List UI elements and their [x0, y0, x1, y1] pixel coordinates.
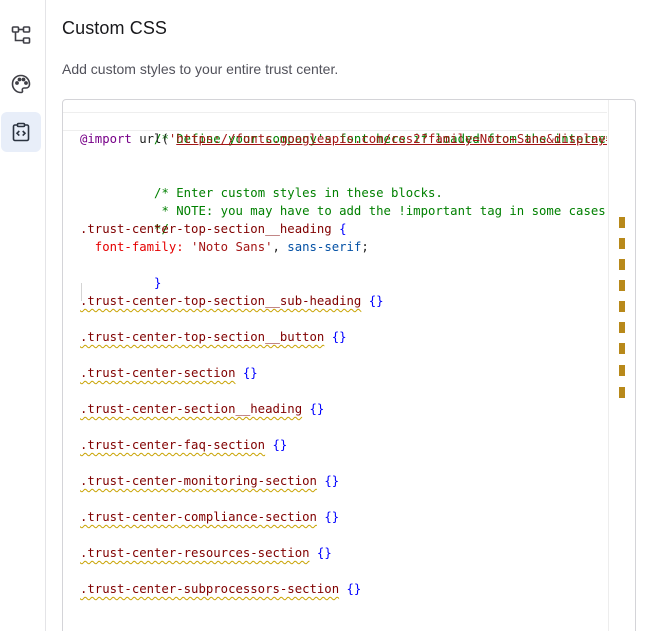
warning-marker[interactable]	[619, 301, 625, 312]
css-selector: .trust-center-compliance-section	[80, 510, 317, 524]
warning-marker[interactable]	[619, 322, 625, 333]
font-url-link[interactable]: https://fonts.googleapis.com/css2?family…	[176, 132, 607, 146]
empty-block: {}	[316, 510, 340, 524]
sidebar-item-theme[interactable]	[1, 64, 41, 104]
hierarchy-icon	[11, 26, 31, 44]
css-value: sans-serif	[279, 240, 362, 254]
code-line: .trust-center-subprocessors-section {}	[80, 580, 361, 598]
open-brace: {	[331, 222, 347, 236]
css-selector: .trust-center-top-section__heading	[80, 222, 332, 236]
css-selector: .trust-center-section__heading	[80, 402, 303, 416]
css-selector: .trust-center-resources-section	[80, 546, 310, 560]
url-function: url(	[131, 132, 169, 146]
page-description: Add custom styles to your entire trust c…	[62, 61, 339, 77]
code-line: */	[80, 202, 169, 236]
warning-marker[interactable]	[619, 259, 625, 270]
import-keyword: @import	[80, 132, 132, 146]
warning-marker[interactable]	[619, 217, 625, 228]
page-title: Custom CSS	[62, 18, 168, 38]
css-selector: .trust-center-top-section__sub-heading	[80, 294, 362, 308]
css-selector: .trust-center-subprocessors-section	[80, 582, 340, 596]
overview-ruler[interactable]	[608, 100, 635, 631]
css-code-editor[interactable]: /* Define your company's font here if lo…	[62, 99, 636, 631]
css-value-string: 'Noto Sans'	[183, 240, 273, 254]
empty-block: {}	[302, 402, 325, 416]
palette-icon	[11, 74, 31, 94]
code-line: .trust-center-compliance-section {}	[80, 508, 339, 526]
warning-marker[interactable]	[619, 343, 625, 354]
code-line: .trust-center-top-section__button {}	[80, 328, 347, 346]
custom-css-settings-page: Custom CSS Add custom styles to your ent…	[0, 0, 653, 631]
sidebar-item-custom-css[interactable]	[1, 112, 41, 152]
warning-marker[interactable]	[619, 238, 625, 249]
empty-block: {}	[265, 438, 288, 452]
sidebar-item-structure[interactable]	[1, 15, 41, 55]
code-line: .trust-center-faq-section {}	[80, 436, 287, 454]
code-line: * NOTE: you may have to add the !importa…	[80, 184, 605, 218]
css-selector: .trust-center-monitoring-section	[80, 474, 317, 488]
empty-block: {}	[309, 546, 332, 560]
code-line: .trust-center-section__heading {}	[80, 400, 324, 418]
code-line: @import url('https://fonts.googleapis.co…	[80, 130, 607, 148]
css-selector: .trust-center-top-section__button	[80, 330, 325, 344]
close-brace: }	[154, 276, 162, 290]
comma: ,	[272, 240, 280, 254]
code-clipboard-icon	[12, 122, 30, 142]
code-line: .trust-center-top-section__sub-heading {…	[80, 292, 384, 310]
main-content: Custom CSS Add custom styles to your ent…	[46, 0, 653, 631]
css-selector: .trust-center-faq-section	[80, 438, 266, 452]
code-line: .trust-center-section {}	[80, 364, 258, 382]
code-comment: * NOTE: you may have to add the !importa…	[154, 204, 606, 218]
code-line: .trust-center-resources-section {}	[80, 544, 332, 562]
empty-block: {}	[324, 330, 347, 344]
warning-marker[interactable]	[619, 365, 625, 376]
css-property: font-family:	[80, 240, 184, 254]
css-selector: .trust-center-section	[80, 366, 236, 380]
code-text-area[interactable]: /* Define your company's font here if lo…	[63, 100, 607, 631]
code-line: /* Enter custom styles in these blocks.	[80, 166, 443, 200]
empty-block: {}	[235, 366, 258, 380]
empty-block: {}	[339, 582, 362, 596]
code-line: }	[80, 256, 161, 290]
semicolon: ;	[361, 240, 369, 254]
code-line: .trust-center-monitoring-section {}	[80, 472, 339, 490]
warning-marker[interactable]	[619, 387, 625, 398]
code-line: .trust-center-top-section__heading {	[80, 220, 347, 238]
empty-block: {}	[361, 294, 384, 308]
warning-marker[interactable]	[619, 280, 625, 291]
code-line: font-family: 'Noto Sans', sans-serif;	[80, 238, 369, 256]
empty-block: {}	[316, 474, 340, 488]
code-line: /* Define your company's font here if lo…	[80, 112, 607, 146]
settings-sidebar	[0, 0, 46, 631]
